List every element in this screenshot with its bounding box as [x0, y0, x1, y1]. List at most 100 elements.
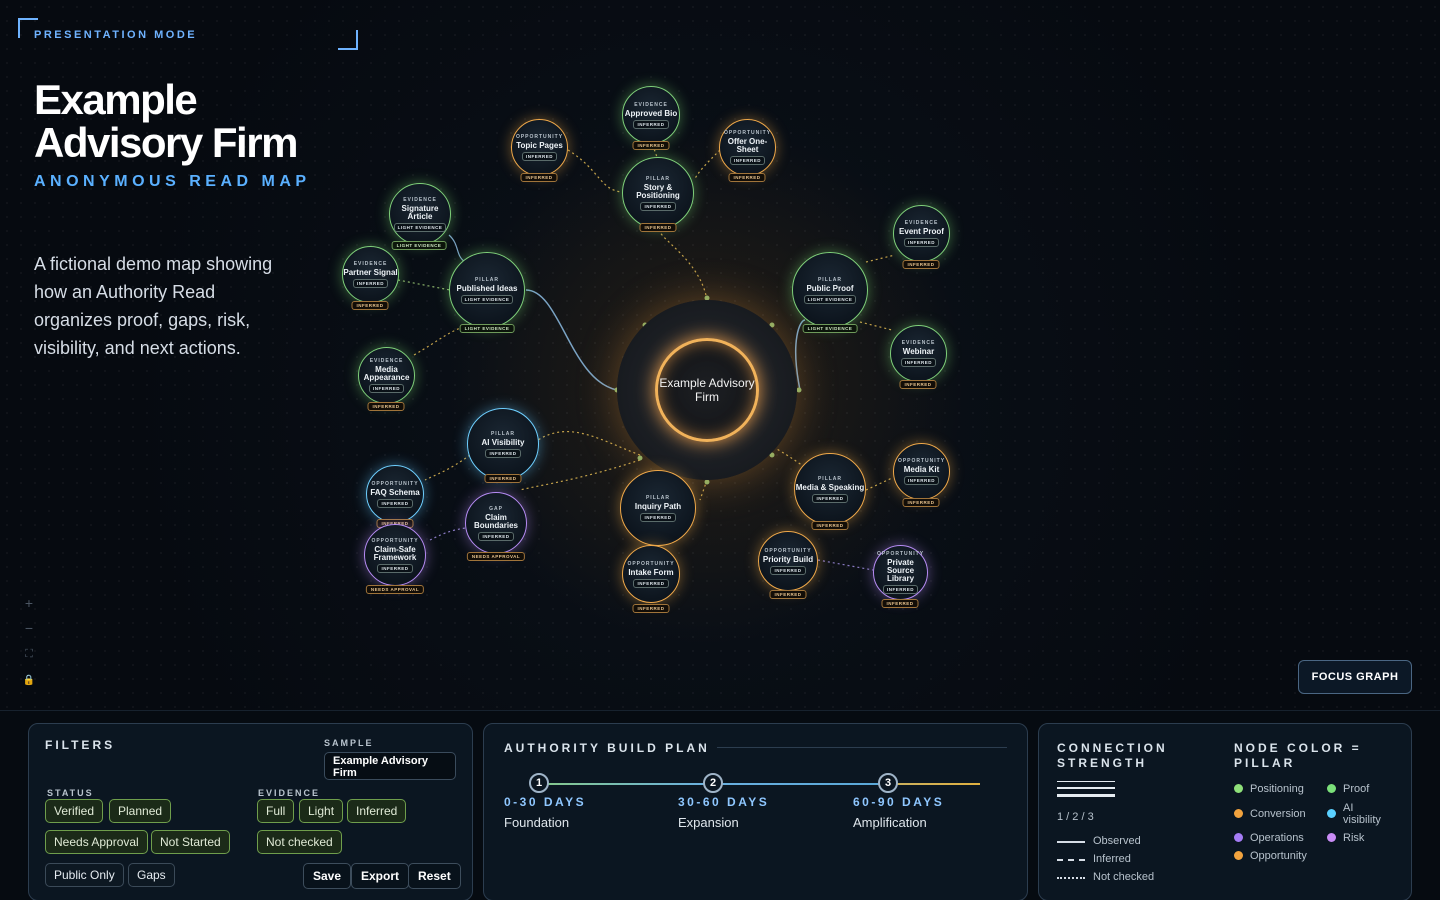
zoom-in-button[interactable]: + — [20, 594, 38, 612]
opportunity-dot — [1234, 851, 1243, 860]
node-signature-article[interactable]: EVIDENCE Signature Article LIGHT EVIDENC… — [389, 183, 451, 245]
node-event-proof[interactable]: EVIDENCE Event Proof INFERRED — [893, 205, 950, 262]
fit-view-button[interactable]: ⛶ — [20, 645, 38, 663]
node-badge: INFERRED — [770, 565, 806, 575]
link — [865, 254, 896, 263]
node-claim-boundaries[interactable]: GAP Claim Boundaries INFERRED — [465, 492, 527, 554]
filter-chip-public-only[interactable]: Public Only — [45, 863, 124, 887]
node-kind: OPPORTUNITY — [764, 547, 812, 554]
node-kind: OPPORTUNITY — [723, 130, 772, 136]
node-tag: NEEDS APPROVAL — [365, 585, 425, 594]
node-badge: INFERRED — [640, 201, 676, 211]
node-intake-form[interactable]: OPPORTUNITY Intake Form INFERRED — [622, 545, 680, 603]
filter-chip-not-checked[interactable]: Not checked — [257, 830, 342, 854]
filter-chip-not-started[interactable]: Not Started — [151, 830, 230, 854]
center-node[interactable]: Example Advisory Firm — [617, 300, 797, 480]
node-ai-visibility[interactable]: PILLAR AI Visibility INFERRED — [467, 408, 539, 480]
node-priority-build[interactable]: OPPORTUNITY Priority Build INFERRED — [758, 531, 818, 591]
strength-line-3 — [1057, 794, 1115, 797]
node-badge: INFERRED — [352, 279, 388, 288]
node-story-positioning[interactable]: PILLAR Story & Positioning INFERRED — [622, 157, 694, 229]
node-tag: LIGHT EVIDENCE — [459, 324, 515, 333]
node-approved-bio[interactable]: EVIDENCE Approved Bio INFERRED — [622, 86, 680, 144]
graph-canvas[interactable]: PRESENTATION MODE Example Advisory Firm … — [0, 0, 1440, 710]
node-webinar[interactable]: EVIDENCE Webinar INFERRED — [890, 325, 947, 382]
focus-graph-button[interactable]: FOCUS GRAPH — [1298, 660, 1412, 694]
filter-chip-needs-approval[interactable]: Needs Approval — [45, 830, 148, 854]
node-media-speaking[interactable]: PILLAR Media & Speaking INFERRED — [794, 453, 866, 525]
node-offer-one-sheet[interactable]: OPPORTUNITY Offer One-Sheet INFERRED — [719, 119, 776, 176]
build-plan-panel: AUTHORITY BUILD PLAN 1 2 3 0-30 DAYS Fou… — [483, 723, 1028, 900]
node-label: Public Proof — [806, 283, 854, 293]
step-range: 60-90 DAYS — [853, 795, 945, 809]
node-kind: PILLAR — [474, 276, 500, 283]
filter-chip-gaps[interactable]: Gaps — [128, 863, 175, 887]
lock-icon[interactable]: 🔒 — [20, 672, 38, 690]
node-tag: INFERRED — [367, 402, 405, 411]
title-divider — [717, 747, 1007, 748]
node-badge: LIGHT EVIDENCE — [393, 222, 447, 232]
zoom-out-button[interactable]: − — [20, 619, 38, 637]
node-label: Inquiry Path — [634, 501, 682, 511]
node-label: FAQ Schema — [370, 487, 420, 497]
node-badge: INFERRED — [903, 238, 939, 247]
node-tag: INFERRED — [769, 590, 807, 599]
reset-button[interactable]: Reset — [408, 863, 461, 889]
filter-chip-inferred[interactable]: Inferred — [347, 799, 407, 823]
node-inquiry-path[interactable]: PILLAR Inquiry Path INFERRED — [620, 470, 696, 546]
step-phase: Expansion — [678, 815, 739, 830]
timeline-segment — [714, 783, 879, 785]
legend-panel: CONNECTION STRENGTH 1 / 2 / 3 Observed I… — [1038, 723, 1412, 900]
node-label: Published Ideas — [456, 283, 518, 293]
operations-dot — [1234, 833, 1243, 842]
node-badge: INFERRED — [478, 531, 514, 541]
link — [429, 527, 467, 541]
node-label: Media & Speaking — [795, 482, 865, 492]
node-kind: OPPORTUNITY — [371, 480, 419, 487]
node-published-ideas[interactable]: PILLAR Published Ideas LIGHT EVIDENCE — [449, 252, 525, 328]
node-badge: INFERRED — [882, 585, 918, 594]
node-topic-pages[interactable]: OPPORTUNITY Topic Pages INFERRED — [511, 119, 568, 176]
node-badge: INFERRED — [903, 476, 939, 485]
node-partner-signal[interactable]: EVIDENCE Partner Signal INFERRED — [342, 246, 399, 303]
node-badge: INFERRED — [485, 448, 521, 458]
node-kind: OPPORTUNITY — [897, 458, 946, 464]
inferred-line — [1057, 859, 1085, 861]
node-label: Claim-Safe Framework — [373, 544, 417, 562]
filter-chip-light[interactable]: Light — [299, 799, 344, 823]
filter-chip-verified[interactable]: Verified — [45, 799, 104, 823]
node-public-proof[interactable]: PILLAR Public Proof LIGHT EVIDENCE — [792, 252, 868, 328]
filter-chip-full[interactable]: Full — [257, 799, 295, 823]
node-badge: INFERRED — [633, 578, 669, 588]
link — [567, 149, 623, 193]
evidence-label: EVIDENCE — [258, 788, 321, 798]
save-button[interactable]: Save — [303, 863, 352, 889]
sample-label: SAMPLE — [324, 738, 374, 748]
node-media-kit[interactable]: OPPORTUNITY Media Kit INFERRED — [893, 443, 950, 500]
filter-chip-planned[interactable]: Planned — [109, 799, 172, 823]
node-tag: LIGHT EVIDENCE — [802, 324, 858, 333]
export-button[interactable]: Export — [351, 863, 410, 889]
node-label: Signature Article — [401, 203, 439, 221]
step-phase: Amplification — [853, 815, 927, 830]
node-tag: INFERRED — [728, 173, 766, 182]
timeline-segment — [540, 783, 705, 785]
node-color-title: NODE COLOR = PILLAR — [1234, 741, 1362, 770]
node-kind: GAP — [489, 505, 503, 512]
legend-operations: Operations — [1250, 832, 1304, 844]
node-tag: INFERRED — [902, 260, 940, 269]
node-label: AI Visibility — [481, 437, 525, 447]
node-kind: PILLAR — [490, 430, 516, 437]
node-faq-schema[interactable]: OPPORTUNITY FAQ Schema INFERRED — [366, 465, 424, 523]
node-badge: INFERRED — [368, 384, 404, 393]
sample-select[interactable]: Example Advisory Firm — [324, 752, 456, 780]
node-kind: PILLAR — [817, 276, 843, 283]
node-badge: INFERRED — [812, 493, 848, 503]
link — [693, 149, 721, 181]
node-private-source-library[interactable]: OPPORTUNITY Private Source Library INFER… — [873, 545, 928, 600]
node-claim-safe-framework[interactable]: OPPORTUNITY Claim-Safe Framework INFERRE… — [364, 524, 426, 586]
legend-risk: Risk — [1343, 832, 1365, 844]
node-kind: EVIDENCE — [353, 261, 388, 267]
node-media-appearance[interactable]: EVIDENCE Media Appearance INFERRED — [358, 347, 415, 404]
center-ring: Example Advisory Firm — [655, 338, 759, 442]
